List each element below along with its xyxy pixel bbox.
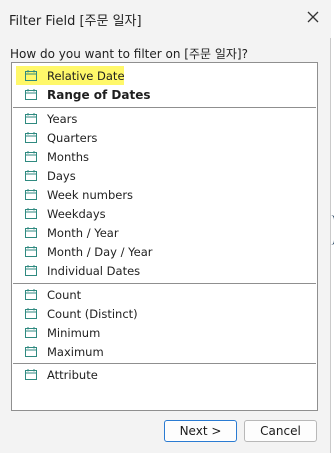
list-item-months[interactable]: Months <box>13 147 316 166</box>
list-item-individual-dates[interactable]: Individual Dates <box>13 261 316 280</box>
separator <box>13 363 316 364</box>
calendar-icon <box>25 369 37 380</box>
list-item-label: Days <box>47 169 76 183</box>
list-item-count-distinct[interactable]: Count (Distinct) <box>13 304 316 323</box>
calendar-icon <box>25 189 37 200</box>
filter-field-dialog: Filter Field [주문 일자] How do you want to … <box>0 0 331 453</box>
list-item-label: Minimum <box>47 326 101 340</box>
separator <box>13 283 316 284</box>
list-item-label: Attribute <box>47 368 98 382</box>
close-icon[interactable] <box>305 9 321 25</box>
list-item-label: Week numbers <box>47 188 134 202</box>
list-item-label: Individual Dates <box>47 264 141 278</box>
list-item-attribute[interactable]: Attribute <box>13 365 316 384</box>
separator <box>13 107 316 108</box>
list-item-label: Months <box>47 150 90 164</box>
calendar-icon <box>25 246 37 257</box>
list-item-label: Range of Dates <box>47 88 151 102</box>
calendar-icon <box>25 227 37 238</box>
list-item-label: Count (Distinct) <box>47 307 138 321</box>
calendar-icon <box>25 265 37 276</box>
list-item-relative-date[interactable]: Relative Date <box>13 66 316 85</box>
calendar-icon <box>25 346 37 357</box>
list-item-label: Maximum <box>47 345 104 359</box>
list-item-label: Month / Day / Year <box>47 245 153 259</box>
list-item-month-year[interactable]: Month / Year <box>13 223 316 242</box>
list-item-label: Quarters <box>47 131 98 145</box>
filter-type-list[interactable]: Relative Date Range of Dates Years Quart… <box>11 62 318 411</box>
calendar-icon <box>25 327 37 338</box>
list-item-range-of-dates[interactable]: Range of Dates <box>13 85 316 104</box>
list-item-week-numbers[interactable]: Week numbers <box>13 185 316 204</box>
list-item-minimum[interactable]: Minimum <box>13 323 316 342</box>
calendar-icon <box>25 308 37 319</box>
next-button[interactable]: Next > <box>164 420 237 442</box>
list-item-count[interactable]: Count <box>13 285 316 304</box>
list-item-days[interactable]: Days <box>13 166 316 185</box>
list-item-label: Relative Date <box>47 69 125 83</box>
calendar-icon <box>25 289 37 300</box>
list-item-maximum[interactable]: Maximum <box>13 342 316 361</box>
list-item-label: Month / Year <box>47 226 119 240</box>
list-item-quarters[interactable]: Quarters <box>13 128 316 147</box>
title-bar: Filter Field [주문 일자] <box>0 0 331 38</box>
list-item-label: Count <box>47 288 82 302</box>
list-item-years[interactable]: Years <box>13 109 316 128</box>
calendar-icon <box>25 89 37 100</box>
calendar-icon <box>25 70 37 81</box>
calendar-icon <box>25 151 37 162</box>
list-item-weekdays[interactable]: Weekdays <box>13 204 316 223</box>
list-item-label: Weekdays <box>47 207 106 221</box>
calendar-icon <box>25 170 37 181</box>
window-title: Filter Field [주문 일자] <box>9 14 142 29</box>
cancel-button[interactable]: Cancel <box>244 420 317 442</box>
calendar-icon <box>25 113 37 124</box>
calendar-icon <box>25 208 37 219</box>
calendar-icon <box>25 132 37 143</box>
filter-prompt: How do you want to filter on [주문 일자]? <box>10 47 248 61</box>
list-item-label: Years <box>47 112 78 126</box>
list-item-month-day-year[interactable]: Month / Day / Year <box>13 242 316 261</box>
